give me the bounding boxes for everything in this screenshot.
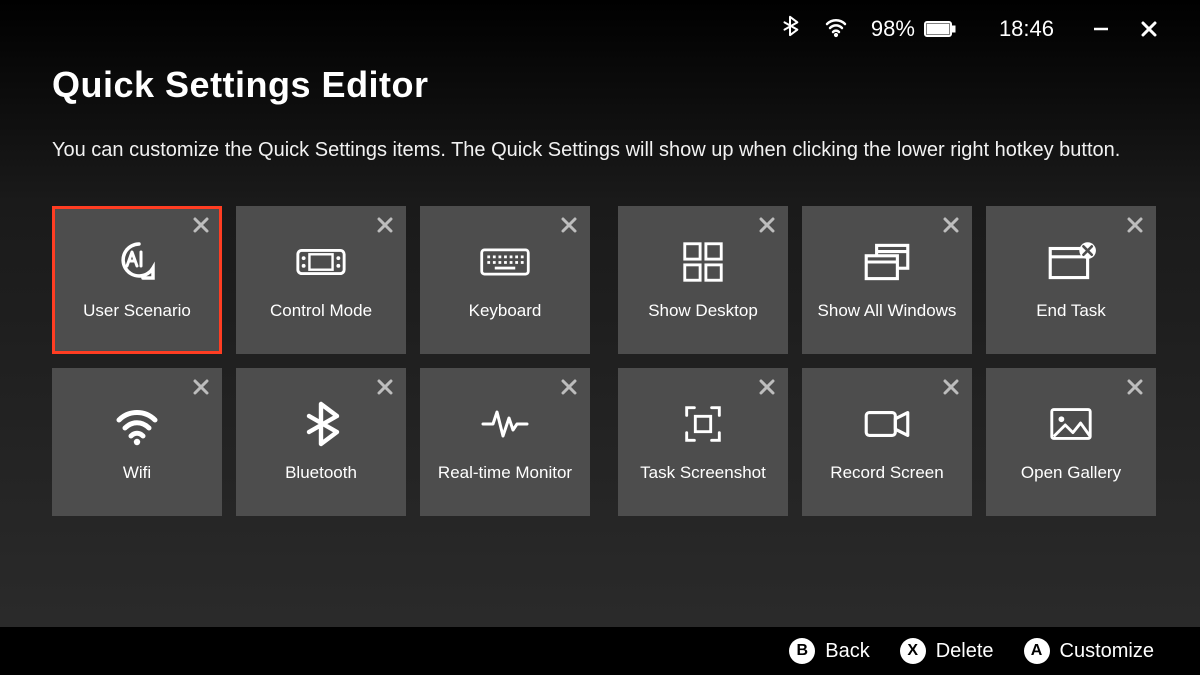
action-customize-label: Customize (1060, 640, 1154, 663)
tile-remove-open-gallery[interactable] (1124, 376, 1146, 398)
tile-remove-record-screen[interactable] (940, 376, 962, 398)
b-button-icon: B (789, 638, 815, 664)
keyboard-icon (478, 234, 532, 290)
battery-percent: 98% (871, 16, 915, 42)
tile-label-control-mode: Control Mode (270, 300, 372, 321)
tile-remove-realtime-monitor[interactable] (558, 376, 580, 398)
tile-label-realtime-monitor: Real-time Monitor (438, 462, 572, 483)
tile-wifi[interactable]: Wifi (52, 368, 222, 516)
record-screen-icon (860, 396, 914, 452)
tile-remove-bluetooth[interactable] (374, 376, 396, 398)
page-subtitle: You can customize the Quick Settings ite… (52, 134, 1122, 166)
wifi-icon (823, 14, 849, 44)
tile-label-task-screenshot: Task Screenshot (640, 462, 766, 483)
page-title: Quick Settings Editor (52, 64, 1148, 106)
a-button-icon: A (1024, 638, 1050, 664)
tile-show-desktop[interactable]: Show Desktop (618, 206, 788, 354)
tile-label-user-scenario: User Scenario (83, 300, 191, 321)
action-customize[interactable]: A Customize (1024, 638, 1154, 664)
task-screenshot-icon (676, 396, 730, 452)
tile-remove-control-mode[interactable] (374, 214, 396, 236)
show-desktop-icon (676, 234, 730, 290)
tile-label-record-screen: Record Screen (830, 462, 943, 483)
footer-actions: B Back X Delete A Customize (0, 627, 1200, 675)
tile-remove-wifi[interactable] (190, 376, 212, 398)
bluetooth-icon (779, 14, 801, 44)
tile-realtime-monitor[interactable]: Real-time Monitor (420, 368, 590, 516)
battery-icon (923, 17, 957, 41)
action-delete[interactable]: X Delete (900, 638, 994, 664)
bluetooth-icon (294, 396, 348, 452)
tile-remove-keyboard[interactable] (558, 214, 580, 236)
tile-bluetooth[interactable]: Bluetooth (236, 368, 406, 516)
show-all-windows-icon (860, 234, 914, 290)
tile-open-gallery[interactable]: Open Gallery (986, 368, 1156, 516)
header: Quick Settings Editor You can customize … (0, 54, 1200, 166)
close-button[interactable] (1136, 16, 1162, 42)
realtime-monitor-icon (478, 396, 532, 452)
tile-label-show-desktop: Show Desktop (648, 300, 758, 321)
tile-label-end-task: End Task (1036, 300, 1106, 321)
tile-label-open-gallery: Open Gallery (1021, 462, 1121, 483)
battery-status: 98% (871, 16, 957, 42)
tile-keyboard[interactable]: Keyboard (420, 206, 590, 354)
clock: 18:46 (999, 16, 1054, 42)
tile-group-1: User Scenario Control Mode Keyboard Wifi Blu… (52, 206, 590, 516)
action-back[interactable]: B Back (789, 638, 869, 664)
tile-record-screen[interactable]: Record Screen (802, 368, 972, 516)
action-delete-label: Delete (936, 640, 994, 663)
tile-remove-show-desktop[interactable] (756, 214, 778, 236)
end-task-icon (1044, 234, 1098, 290)
tile-label-show-all-windows: Show All Windows (818, 300, 957, 321)
control-mode-icon (294, 234, 348, 290)
tile-group-2: Show Desktop Show All Windows End Task Task… (618, 206, 1156, 516)
user-scenario-icon (110, 234, 164, 290)
minimize-button[interactable] (1088, 16, 1114, 42)
tile-label-bluetooth: Bluetooth (285, 462, 357, 483)
tile-show-all-windows[interactable]: Show All Windows (802, 206, 972, 354)
tile-task-screenshot[interactable]: Task Screenshot (618, 368, 788, 516)
tile-remove-show-all-windows[interactable] (940, 214, 962, 236)
tile-remove-user-scenario[interactable] (190, 214, 212, 236)
tile-user-scenario[interactable]: User Scenario (52, 206, 222, 354)
tile-remove-task-screenshot[interactable] (756, 376, 778, 398)
wifi-icon (110, 396, 164, 452)
tile-end-task[interactable]: End Task (986, 206, 1156, 354)
tile-label-keyboard: Keyboard (469, 300, 542, 321)
action-back-label: Back (825, 640, 869, 663)
x-button-icon: X (900, 638, 926, 664)
tile-remove-end-task[interactable] (1124, 214, 1146, 236)
tile-label-wifi: Wifi (123, 462, 151, 483)
status-bar: 98% 18:46 (0, 0, 1200, 54)
tile-control-mode[interactable]: Control Mode (236, 206, 406, 354)
open-gallery-icon (1044, 396, 1098, 452)
